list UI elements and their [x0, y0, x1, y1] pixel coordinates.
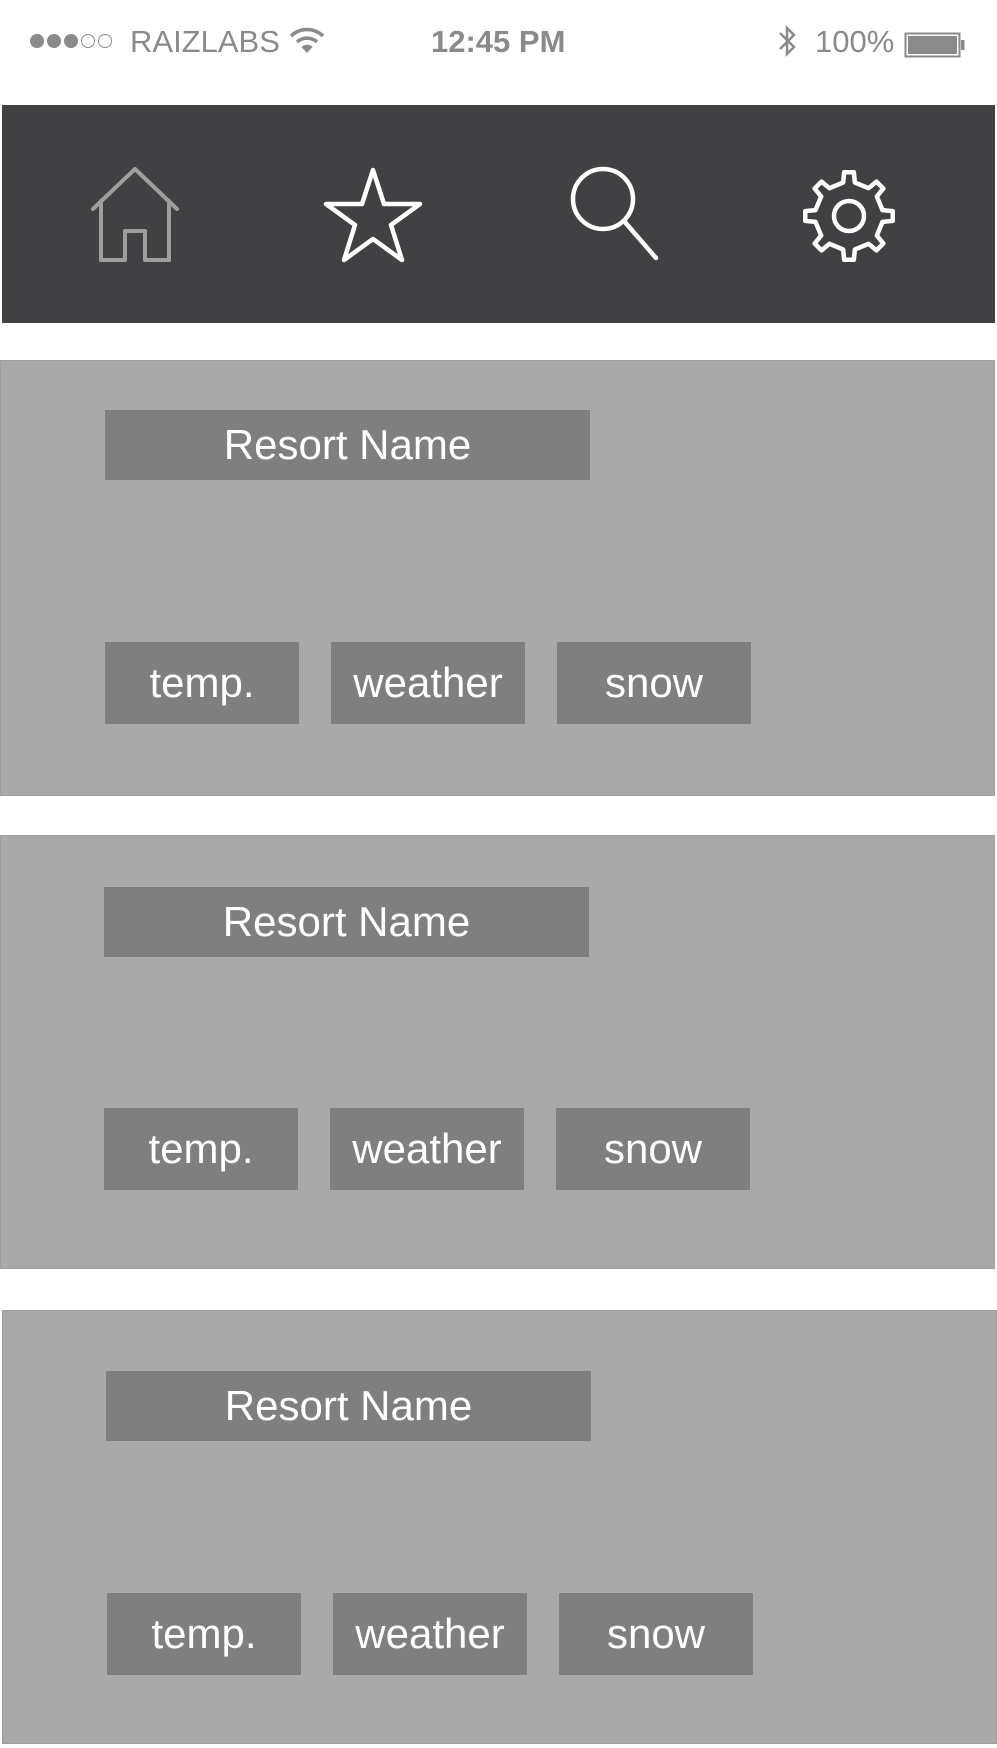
- resort-name-label: Resort Name: [105, 410, 590, 480]
- temp-chip[interactable]: temp.: [104, 1108, 298, 1190]
- snow-chip[interactable]: snow: [556, 1108, 750, 1190]
- favorites-button[interactable]: [318, 161, 428, 271]
- temp-chip[interactable]: temp.: [105, 642, 299, 724]
- gear-body: [803, 170, 895, 262]
- weather-chip[interactable]: weather: [331, 642, 525, 724]
- snow-chip[interactable]: snow: [559, 1593, 753, 1675]
- resort-card[interactable]: Resort Name temp. weather snow: [2, 1310, 997, 1744]
- wifi-icon: [289, 26, 325, 66]
- home-icon: [91, 167, 179, 262]
- carrier-name: RAIZLABS: [130, 24, 280, 59]
- gear-icon: [803, 170, 895, 262]
- resort-card[interactable]: Resort Name temp. weather snow: [0, 360, 995, 796]
- battery-icon: [904, 28, 966, 68]
- battery-percentage: 100%: [815, 24, 895, 59]
- star-icon: [323, 167, 423, 263]
- resort-name-label: Resort Name: [104, 887, 589, 957]
- home-button[interactable]: [80, 161, 190, 271]
- status-bar: RAIZLABS 12:45 PM 100%: [0, 0, 997, 90]
- gear-outline: [803, 170, 895, 262]
- weather-chip[interactable]: weather: [333, 1593, 527, 1675]
- resort-card[interactable]: Resort Name temp. weather snow: [0, 835, 995, 1269]
- search-button[interactable]: [558, 161, 668, 271]
- signal-strength-icon: [30, 34, 112, 48]
- search-icon: [570, 166, 659, 261]
- temp-chip[interactable]: temp.: [107, 1593, 301, 1675]
- weather-chip[interactable]: weather: [330, 1108, 524, 1190]
- resort-name-label: Resort Name: [106, 1371, 591, 1441]
- settings-button[interactable]: [794, 161, 904, 271]
- bluetooth-icon: [775, 24, 799, 68]
- snow-chip[interactable]: snow: [557, 642, 751, 724]
- clock-time: 12:45 PM: [431, 24, 566, 59]
- top-navigation-bar: [2, 105, 995, 323]
